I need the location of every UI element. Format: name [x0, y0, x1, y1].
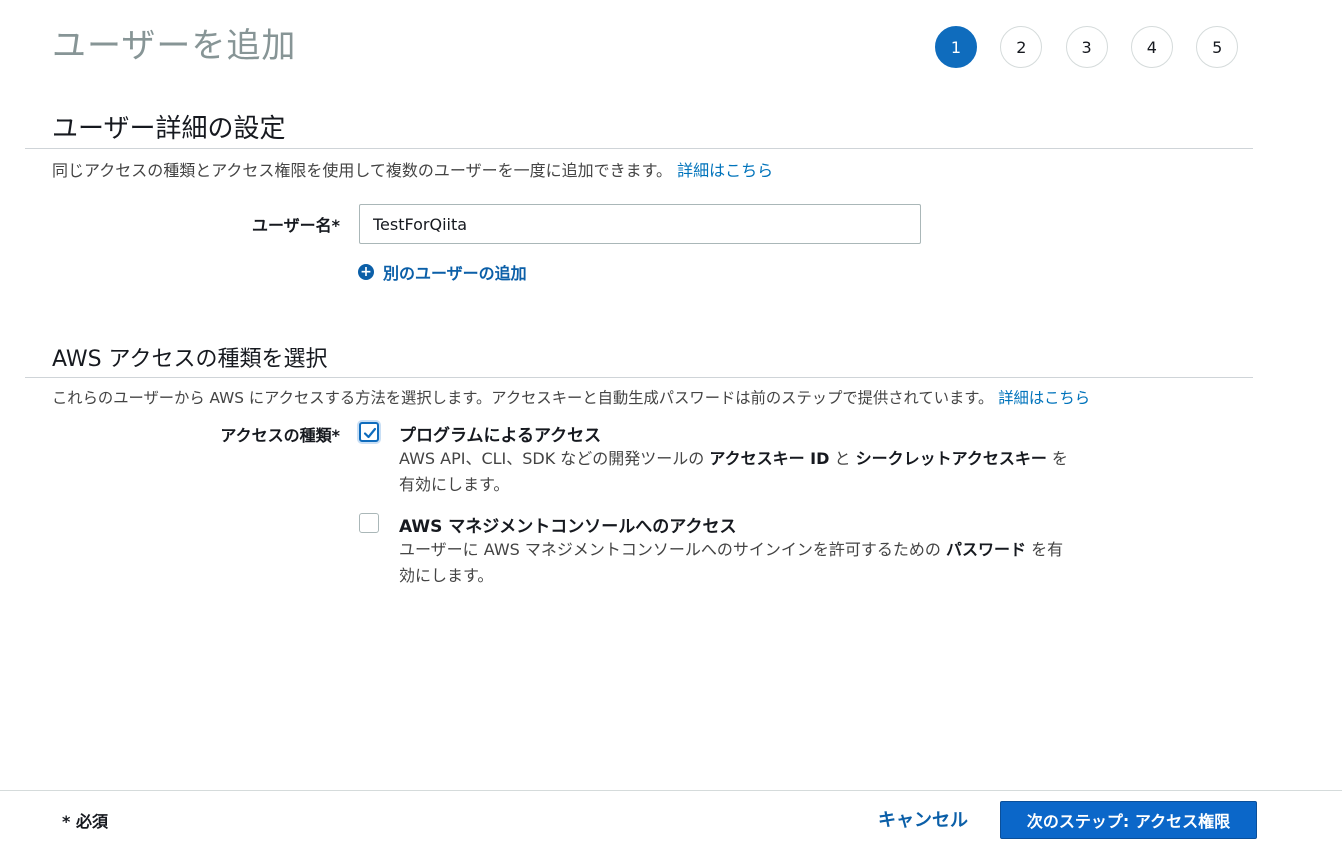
user-details-description: 同じアクセスの種類とアクセス権限を使用して複数のユーザーを一度に追加できます。 … [52, 157, 773, 181]
learn-more-link[interactable]: 詳細はこちら [998, 389, 1090, 407]
add-another-user-button[interactable]: + 別のユーザーの追加 [358, 260, 527, 284]
cancel-button[interactable]: キャンセル [878, 806, 968, 832]
step-indicator: 1 2 3 4 5 [935, 26, 1261, 68]
console-access-checkbox[interactable] [359, 513, 379, 533]
step-1: 1 [935, 26, 977, 68]
console-access-description: ユーザーに AWS マネジメントコンソールへのサインインを許可するための パスワ… [399, 537, 1079, 589]
add-another-user-label: 別のユーザーの追加 [383, 264, 527, 283]
step-3: 3 [1065, 26, 1108, 68]
footer-divider [0, 790, 1342, 791]
step-2: 2 [1000, 26, 1043, 68]
access-type-heading: AWS アクセスの種類を選択 [52, 347, 328, 372]
check-icon [363, 427, 377, 439]
description-text: これらのユーザーから AWS にアクセスする方法を選択します。アクセスキーと自動… [52, 389, 994, 407]
next-step-button[interactable]: 次のステップ: アクセス権限 [1000, 801, 1257, 839]
console-access-title: AWS マネジメントコンソールへのアクセス [399, 517, 737, 537]
user-details-heading: ユーザー詳細の設定 [52, 114, 286, 144]
desc-text: ユーザーに AWS マネジメントコンソールへのサインインを許可するための [399, 540, 941, 559]
desc-text: AWS API、CLI、SDK などの開発ツールの [399, 449, 705, 468]
desc-bold: シークレットアクセスキー [855, 449, 1047, 468]
divider [25, 148, 1253, 149]
desc-bold: アクセスキー ID [709, 449, 830, 468]
required-note: * 必須 [62, 812, 108, 831]
programmatic-access-title: プログラムによるアクセス [399, 426, 602, 446]
page-title: ユーザーを追加 [52, 26, 297, 66]
programmatic-access-checkbox[interactable] [359, 422, 379, 442]
programmatic-access-description: AWS API、CLI、SDK などの開発ツールの アクセスキー ID と シー… [399, 446, 1079, 498]
description-text: 同じアクセスの種類とアクセス権限を使用して複数のユーザーを一度に追加できます。 [52, 161, 673, 180]
learn-more-link[interactable]: 詳細はこちら [677, 161, 773, 180]
desc-text: と [834, 449, 851, 468]
access-type-description: これらのユーザーから AWS にアクセスする方法を選択します。アクセスキーと自動… [52, 386, 1090, 408]
plus-circle-icon: + [358, 264, 374, 280]
step-5: 5 [1196, 26, 1239, 68]
username-input[interactable] [359, 204, 921, 244]
username-label: ユーザー名* [251, 216, 340, 235]
desc-bold: パスワード [946, 540, 1027, 559]
access-type-label: アクセスの種類* [220, 426, 340, 445]
step-4: 4 [1130, 26, 1173, 68]
divider [25, 377, 1253, 378]
